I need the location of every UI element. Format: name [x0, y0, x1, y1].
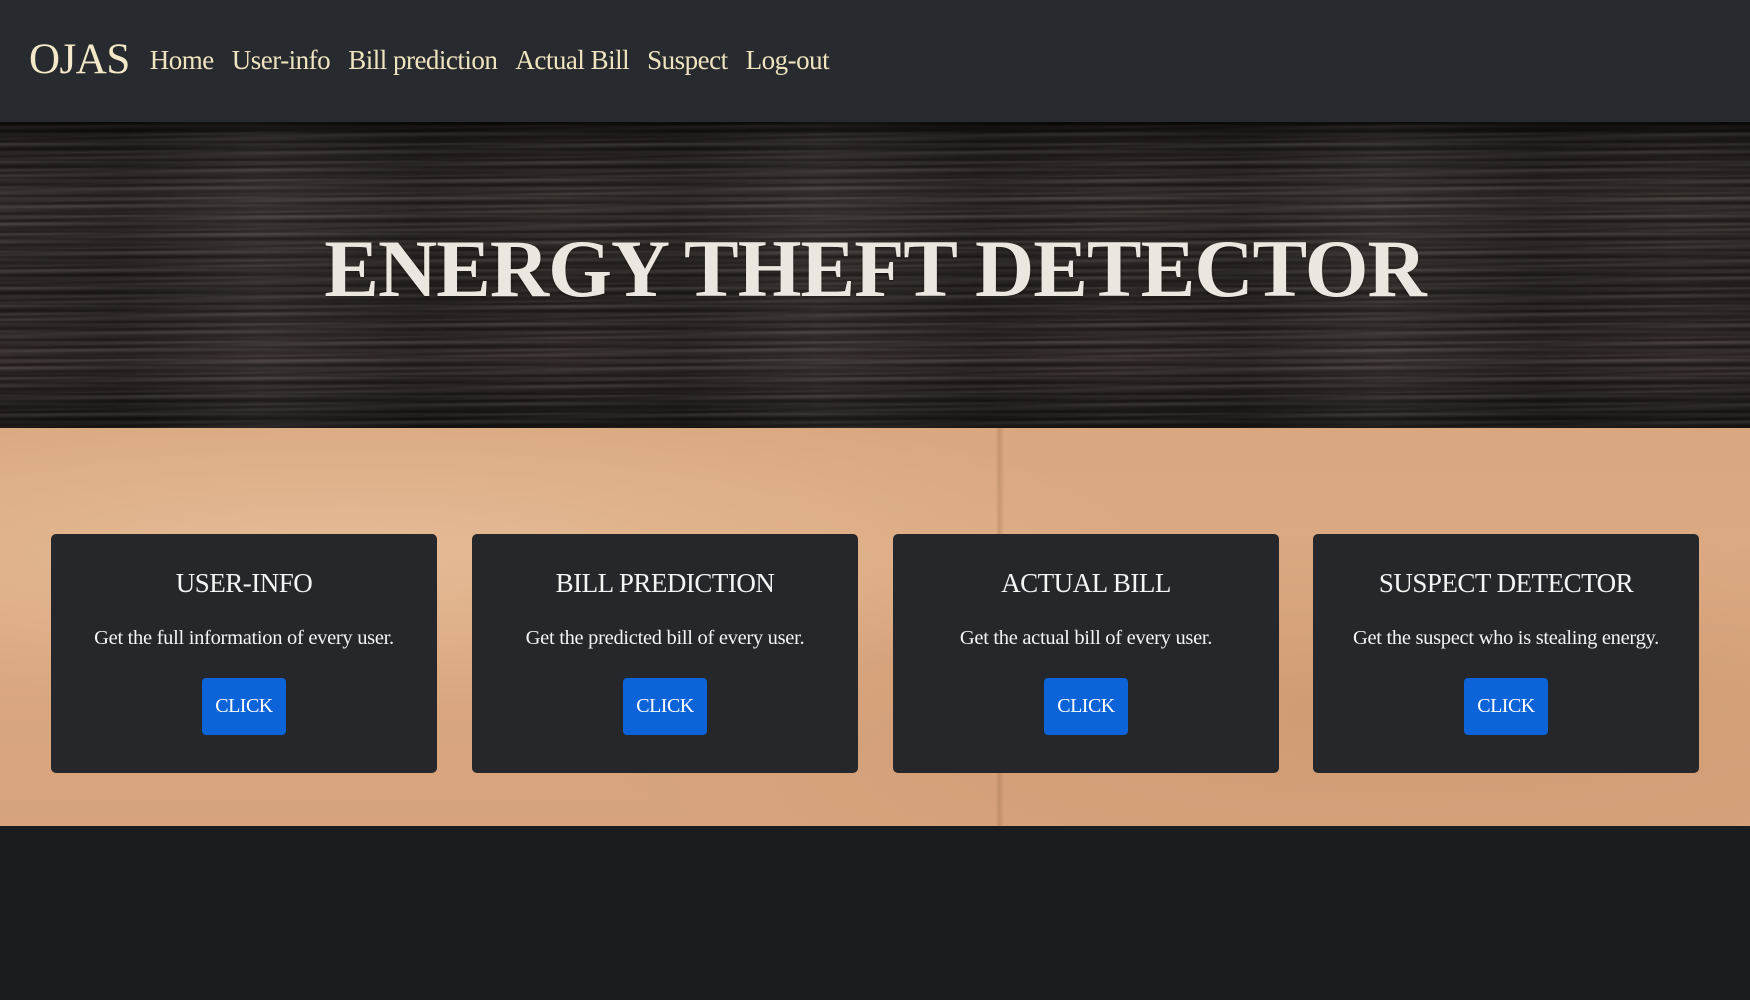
bill-prediction-click-button[interactable]: CLICK — [623, 678, 707, 735]
user-info-click-button[interactable]: CLICK — [202, 678, 286, 735]
top-navbar: OJAS Home User-info Bill prediction Actu… — [0, 0, 1750, 122]
card-description: Get the suspect who is stealing energy. — [1353, 627, 1659, 649]
card-description: Get the full information of every user. — [94, 627, 394, 649]
card-title: ACTUAL BILL — [1001, 568, 1171, 598]
nav-link-home[interactable]: Home — [150, 45, 214, 76]
suspect-detector-click-button[interactable]: CLICK — [1464, 678, 1548, 735]
card-actual-bill: ACTUAL BILL Get the actual bill of every… — [893, 534, 1279, 773]
card-title: SUSPECT DETECTOR — [1378, 568, 1634, 598]
brand-logo-link[interactable]: OJAS — [29, 35, 130, 84]
hero-banner: ENERGY THEFT DETECTOR — [0, 122, 1750, 428]
card-description: Get the predicted bill of every user. — [525, 627, 805, 649]
actual-bill-click-button[interactable]: CLICK — [1044, 678, 1128, 735]
card-title: USER-INFO — [175, 568, 313, 598]
footer-area — [0, 826, 1750, 1000]
nav-links: Home User-info Bill prediction Actual Bi… — [150, 45, 847, 76]
nav-link-suspect[interactable]: Suspect — [647, 45, 728, 76]
card-title: BILL PREDICTION — [555, 568, 775, 598]
nav-link-user-info[interactable]: User-info — [232, 45, 331, 76]
card-description: Get the actual bill of every user. — [959, 627, 1213, 649]
page-title: ENERGY THEFT DETECTOR — [324, 223, 1427, 314]
nav-link-actual-bill[interactable]: Actual Bill — [515, 45, 629, 76]
card-suspect-detector: SUSPECT DETECTOR Get the suspect who is … — [1313, 534, 1699, 773]
card-bill-prediction: BILL PREDICTION Get the predicted bill o… — [472, 534, 858, 773]
card-user-info: USER-INFO Get the full information of ev… — [51, 534, 437, 773]
nav-link-bill-prediction[interactable]: Bill prediction — [348, 45, 498, 76]
nav-link-log-out[interactable]: Log-out — [746, 45, 830, 76]
